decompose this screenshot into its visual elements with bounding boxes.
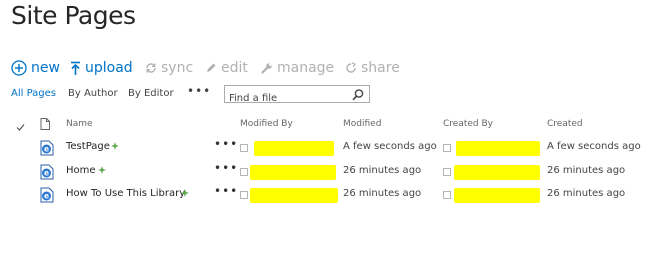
new-item-icon <box>111 142 119 150</box>
new-item-icon <box>98 166 106 174</box>
open-menu-button[interactable]: ••• <box>214 137 238 151</box>
edit-button[interactable]: edit <box>205 57 248 79</box>
view-by-author[interactable]: By Author <box>68 88 118 99</box>
modified-date: A few seconds ago <box>343 141 437 152</box>
web-page-icon: e <box>40 140 54 160</box>
svg-text:e: e <box>44 192 49 201</box>
presence-indicator <box>240 144 248 152</box>
search-button[interactable] <box>351 87 365 101</box>
sync-label: sync <box>161 60 194 76</box>
upload-button[interactable]: upload <box>70 57 133 79</box>
magnifier-icon <box>352 89 364 101</box>
plus-circle-icon <box>11 60 27 76</box>
view-by-editor[interactable]: By Editor <box>128 88 174 99</box>
search-box <box>224 85 370 107</box>
document-type-header <box>40 115 50 134</box>
search-input[interactable] <box>225 90 345 107</box>
column-header-modified[interactable]: Modified <box>343 119 381 129</box>
svg-text:e: e <box>44 169 49 178</box>
share-label: share <box>361 60 400 76</box>
redacted-created-by <box>454 188 540 203</box>
web-page-icon: e <box>40 164 54 184</box>
modified-date: 26 minutes ago <box>343 188 422 199</box>
pencil-icon <box>207 63 216 72</box>
share-button[interactable]: share <box>345 57 400 79</box>
presence-indicator <box>443 144 451 152</box>
file-name-link[interactable]: Home <box>66 165 96 176</box>
open-menu-button[interactable]: ••• <box>214 161 238 175</box>
presence-indicator <box>240 191 248 199</box>
column-header-modified-by[interactable]: Modified By <box>240 119 293 129</box>
edit-label: edit <box>221 60 248 76</box>
modified-date: 26 minutes ago <box>343 165 422 176</box>
open-menu-button[interactable]: ••• <box>214 184 238 198</box>
new-label: new <box>31 60 60 76</box>
presence-indicator <box>443 191 451 199</box>
table-row[interactable]: e How To Use This Library ••• 26 minutes… <box>0 184 650 207</box>
share-icon <box>346 62 356 73</box>
view-all-pages[interactable]: All Pages <box>11 88 56 99</box>
wrench-icon <box>261 63 272 74</box>
created-date: A few seconds ago <box>547 141 641 152</box>
manage-label: manage <box>277 60 335 76</box>
upload-arrow-icon <box>71 61 80 75</box>
redacted-created-by <box>454 165 540 180</box>
column-header-created-by[interactable]: Created By <box>443 119 493 129</box>
file-name-link[interactable]: TestPage <box>66 141 110 152</box>
redacted-modified-by <box>250 188 338 203</box>
checkmark-icon <box>16 124 25 131</box>
new-item-icon <box>181 189 189 197</box>
more-views-button[interactable]: ••• <box>187 84 211 98</box>
column-header-created[interactable]: Created <box>547 119 583 129</box>
redacted-modified-by <box>250 165 336 180</box>
presence-indicator <box>443 168 451 176</box>
new-button[interactable]: new <box>11 57 60 79</box>
sync-button[interactable]: sync <box>145 57 193 79</box>
table-row[interactable]: e TestPage ••• A few seconds ago A few s… <box>0 137 650 160</box>
file-name-link[interactable]: How To Use This Library <box>66 188 185 199</box>
sync-icon <box>146 63 156 73</box>
column-header-name[interactable]: Name <box>66 119 93 129</box>
redacted-created-by <box>456 141 540 156</box>
created-date: 26 minutes ago <box>547 188 626 199</box>
svg-text:e: e <box>44 145 49 154</box>
created-date: 26 minutes ago <box>547 165 626 176</box>
redacted-modified-by <box>254 141 334 156</box>
manage-button[interactable]: manage <box>261 57 334 79</box>
presence-indicator <box>240 168 248 176</box>
upload-label: upload <box>85 60 133 76</box>
table-row[interactable]: e Home ••• 26 minutes ago 26 minutes ago <box>0 161 650 184</box>
page-title: Site Pages <box>11 1 136 30</box>
document-icon <box>40 118 50 130</box>
web-page-icon: e <box>40 187 54 207</box>
select-all-checkmark[interactable] <box>16 117 25 136</box>
